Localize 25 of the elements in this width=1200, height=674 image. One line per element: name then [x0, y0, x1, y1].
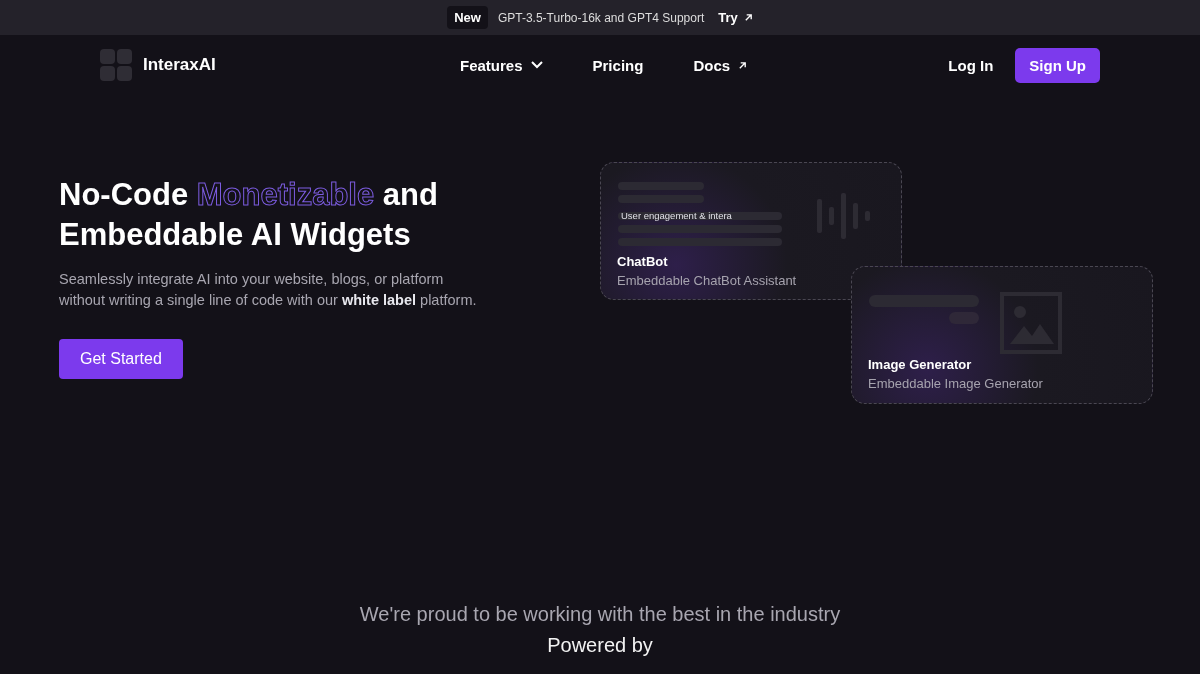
logo-icon [100, 48, 133, 82]
widget-title: Image Generator [868, 357, 972, 372]
get-started-button[interactable]: Get Started [59, 339, 183, 379]
widget-caption: User engagement & intera [621, 210, 732, 221]
partners-heading: We're proud to be working with the best in the industry [358, 603, 842, 626]
widget-subtitle: Embeddable ChatBot Assistant [617, 273, 797, 288]
hero-title: No-Code Monetizable and Embeddable AI Widgets [59, 176, 439, 254]
powered-by-label: Powered by [546, 634, 654, 657]
hero-description: Seamlessly integrate AI into your website, blogs, or platform without writing a single line of code with our white label platform. [59, 270, 478, 310]
external-link-icon [743, 13, 753, 22]
login-link[interactable]: Log In [948, 56, 994, 74]
nav-link[interactable]: Features [460, 56, 543, 74]
widget-title: ChatBot [617, 254, 668, 269]
widget-card[interactable]: User engagement & intera ChatBot Embeddable ChatBot Assistant [600, 162, 902, 300]
nav-link[interactable]: Docs [693, 56, 748, 74]
new-badge: New [447, 6, 488, 29]
announcement-text: GPT-3.5-Turbo-16k and GPT4 Support [497, 10, 705, 25]
external-link-icon [738, 60, 748, 70]
nav-link[interactable]: Pricing [592, 56, 644, 74]
widget-subtitle: Embeddable Image Generator [868, 376, 1043, 391]
chevron-down-icon [530, 61, 543, 69]
brand-name: InteraxAI [143, 55, 216, 75]
signup-button[interactable]: Sign Up [1015, 47, 1100, 83]
widget-card[interactable]: Image Generator Embeddable Image Generator [851, 266, 1153, 404]
try-link[interactable]: Try [718, 10, 753, 25]
